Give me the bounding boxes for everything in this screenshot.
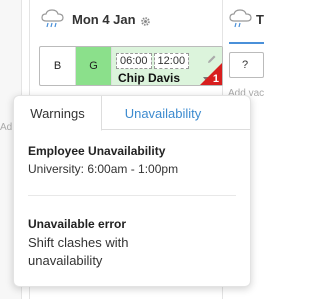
- role-g-button[interactable]: G: [76, 47, 112, 85]
- next-shift-label: ?: [242, 59, 249, 71]
- selected-indicator: [229, 42, 264, 44]
- add-label[interactable]: Ad: [0, 122, 12, 133]
- next-day-header: T: [228, 8, 264, 30]
- rain-cloud-icon: [40, 8, 66, 30]
- divider: [28, 195, 236, 196]
- rain-cloud-icon: [228, 8, 254, 30]
- popover-tabs: Warnings Unavailability: [14, 96, 250, 131]
- tab-unavailability[interactable]: Unavailability: [103, 96, 223, 130]
- warning-count[interactable]: 1: [213, 73, 219, 85]
- day-header: Mon 4 Jan: [40, 8, 151, 30]
- warnings-popover: Warnings Unavailability Employee Unavail…: [13, 95, 251, 287]
- next-day-title: T: [256, 11, 264, 27]
- role-b-button[interactable]: B: [40, 47, 76, 85]
- pencil-icon[interactable]: [207, 51, 217, 63]
- error-text: Shift clashes with unavailability: [28, 235, 129, 268]
- unavailability-text: University: 6:00am - 1:00pm: [28, 162, 179, 176]
- gear-icon[interactable]: [140, 14, 151, 26]
- end-time-field[interactable]: 12:00: [153, 53, 190, 69]
- unavailability-title: Employee Unavailability: [28, 144, 166, 158]
- next-shift-card[interactable]: ?: [229, 52, 264, 78]
- error-title: Unavailable error: [28, 217, 127, 231]
- day-title: Mon 4 Jan: [72, 11, 136, 27]
- start-time-field[interactable]: 06:00: [116, 53, 152, 69]
- shift-card[interactable]: B G 06:00 12:00 Chip Davis 1: [39, 46, 223, 86]
- tab-warnings[interactable]: Warnings: [14, 96, 102, 131]
- shift-times: 06:00 12:00 Chip Davis 1: [112, 47, 222, 85]
